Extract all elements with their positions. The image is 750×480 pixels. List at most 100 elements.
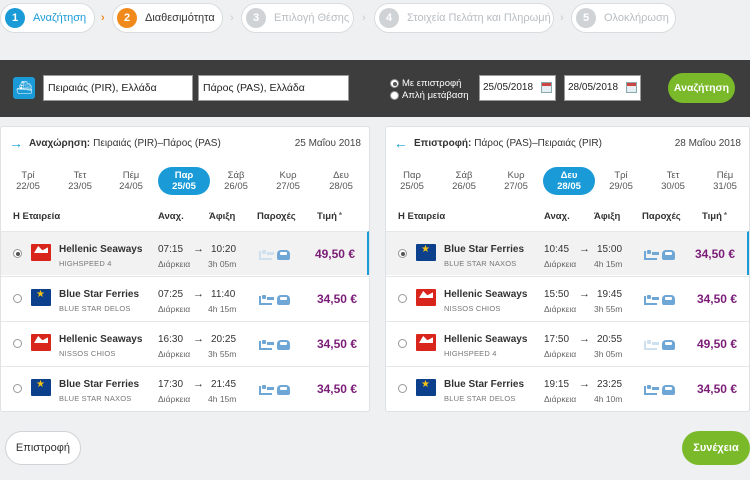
trip-row[interactable]: Blue Star Ferries BLUE STAR NAXOS 10:45 → 15… [386,231,749,275]
price: 34,50 € [694,247,735,261]
ship-icon: ⛴ [13,77,35,99]
day-date: 31/05 [713,181,737,192]
day-date: 27/05 [276,181,300,192]
step-number: 1 [5,8,25,28]
day-tab[interactable]: Τετ 30/05 [647,167,699,195]
day-name: Δευ [560,170,578,181]
step-separator-icon: › [560,12,564,24]
trip-row[interactable]: Hellenic Seaways NISSOS CHIOS 15:50 → 19:45 Δ… [386,276,749,320]
vessel-name: NISSOS CHIOS [444,304,501,313]
car-icon [662,385,675,395]
trip-row[interactable]: Hellenic Seaways HIGHSPEED 4 07:15 → 10:20 Δι… [1,231,369,275]
search-button[interactable]: Αναζήτηση [668,73,735,103]
vessel-name: HIGHSPEED 4 [444,349,497,358]
day-tab[interactable]: Τρί 29/05 [595,167,647,195]
hellenic-seaways-logo [416,289,436,306]
trip-row[interactable]: Blue Star Ferries BLUE STAR NAXOS 17:30 → 21… [1,366,369,410]
day-tab[interactable]: Τρί 22/05 [2,167,54,195]
radio-oneway-label: Απλή μετάβαση [402,90,469,101]
vessel-name: BLUE STAR NAXOS [59,394,132,403]
day-tab[interactable]: Παρ 25/05 [386,167,438,195]
search-bar: ⛴ Πειραιάς (PIR), Ελλάδα Πάρος (PAS), Ελ… [0,60,750,117]
day-date: 26/05 [224,181,248,192]
duration-value: 3h 05m [594,349,623,359]
duration-value: 3h 55m [208,349,237,359]
header-departure: Αναχ. [544,211,570,222]
trip-row[interactable]: Blue Star Ferries BLUE STAR DELOS 19:15 → 23… [386,366,749,410]
radio-icon[interactable] [398,384,407,393]
radio-icon[interactable] [398,339,407,348]
price: 34,50 € [316,382,357,396]
hellenic-seaways-logo [31,334,51,351]
day-selector: Παρ 25/05 Σάβ 26/05 Κυρ 27/05 Δευ 28/05 Τρί 29/05… [386,167,749,195]
facilities [259,294,293,306]
blue-star-ferries-logo [31,289,51,306]
radio-icon[interactable] [13,339,22,348]
progress-steps: 1 Αναζήτηση › 2 Διαθεσιμότητα › 3 Επιλογ… [0,3,750,33]
day-name: Πέμ [122,170,140,181]
facilities [644,249,678,261]
day-tab[interactable]: Τετ 23/05 [54,167,106,195]
day-date: 23/05 [68,181,92,192]
cabin-icon [644,295,659,305]
radio-icon[interactable] [398,294,407,303]
facilities [259,339,293,351]
calendar-icon[interactable] [541,82,552,93]
trip-row[interactable]: Blue Star Ferries BLUE STAR DELOS 07:25 → 11… [1,276,369,320]
step-completion: 5 Ολοκλήρωση [571,3,676,33]
day-tab[interactable]: Παρ 25/05 [158,167,210,195]
step-number: 5 [576,8,596,28]
day-selector: Τρί 22/05 Τετ 23/05 Πέμ 24/05 Παρ 25/05 Σάβ 26/05… [1,167,369,195]
return-date-value: 28/05/2018 [568,82,619,93]
day-tab[interactable]: Κυρ 27/05 [262,167,314,195]
radio-icon[interactable] [13,294,22,303]
origin-input[interactable]: Πειραιάς (PIR), Ελλάδα [43,75,193,101]
day-date: 28/05 [329,181,353,192]
radio-selected-icon[interactable] [13,249,22,258]
day-tab[interactable]: Πέμ 31/05 [699,167,750,195]
departure-date-value: 25/05/2018 [483,82,534,93]
day-tab[interactable]: Σάβ 26/05 [210,167,262,195]
arrival-time: 19:45 [597,289,623,300]
header-price: Τιμή * [702,211,727,222]
vessel-name: BLUE STAR DELOS [59,304,131,313]
day-date: 22/05 [16,181,40,192]
radio-selected-icon[interactable] [398,249,407,258]
duration-label: Διάρκεια [158,349,191,359]
radio-return[interactable]: Με επιστροφή [390,78,461,89]
day-tab[interactable]: Δευ 28/05 [543,167,595,195]
company-name: Hellenic Seaways [444,289,528,300]
inbound-panel: → Επιστροφή: Πάρος (PAS)–Πειραιάς (PIR) 28 … [385,126,750,412]
company-name: Blue Star Ferries [444,379,525,390]
day-tab[interactable]: Κυρ 27/05 [490,167,542,195]
back-button[interactable]: Επιστροφή [5,431,81,465]
day-name: Παρ [403,170,421,181]
day-name: Πέμ [716,170,734,181]
return-date-input[interactable]: 28/05/2018 [564,75,641,101]
step-search[interactable]: 1 Αναζήτηση [0,3,95,33]
continue-button[interactable]: Συνέχεια [682,431,750,465]
blue-star-ferries-logo [416,244,436,261]
calendar-icon[interactable] [626,82,637,93]
day-tab[interactable]: Πέμ 24/05 [105,167,157,195]
departure-time: 15:50 [544,289,570,300]
day-tab[interactable]: Σάβ 26/05 [438,167,490,195]
panel-date: 25 Μαΐου 2018 [294,138,361,149]
facilities [644,384,678,396]
arrival-time: 11:40 [211,289,236,300]
destination-input[interactable]: Πάρος (PAS), Ελλάδα [198,75,349,101]
trip-row[interactable]: Hellenic Seaways NISSOS CHIOS 16:30 → 20:25 Δ… [1,321,369,365]
arrow-right-icon: → [579,243,590,255]
radio-icon[interactable] [13,384,22,393]
departure-date-input[interactable]: 25/05/2018 [479,75,556,101]
day-date: 26/05 [452,181,476,192]
header-price-label: Τιμή [317,211,337,222]
trip-row[interactable]: Hellenic Seaways HIGHSPEED 4 17:50 → 20:55 Δι… [386,321,749,365]
cabin-icon [259,385,274,395]
cabin-icon [259,295,274,305]
radio-oneway[interactable]: Απλή μετάβαση [390,90,469,101]
day-tab[interactable]: Δευ 28/05 [315,167,367,195]
departure-time: 07:25 [158,289,184,300]
arrow-right-icon: → [579,378,590,390]
header-arrival: Άφιξη [209,211,236,222]
